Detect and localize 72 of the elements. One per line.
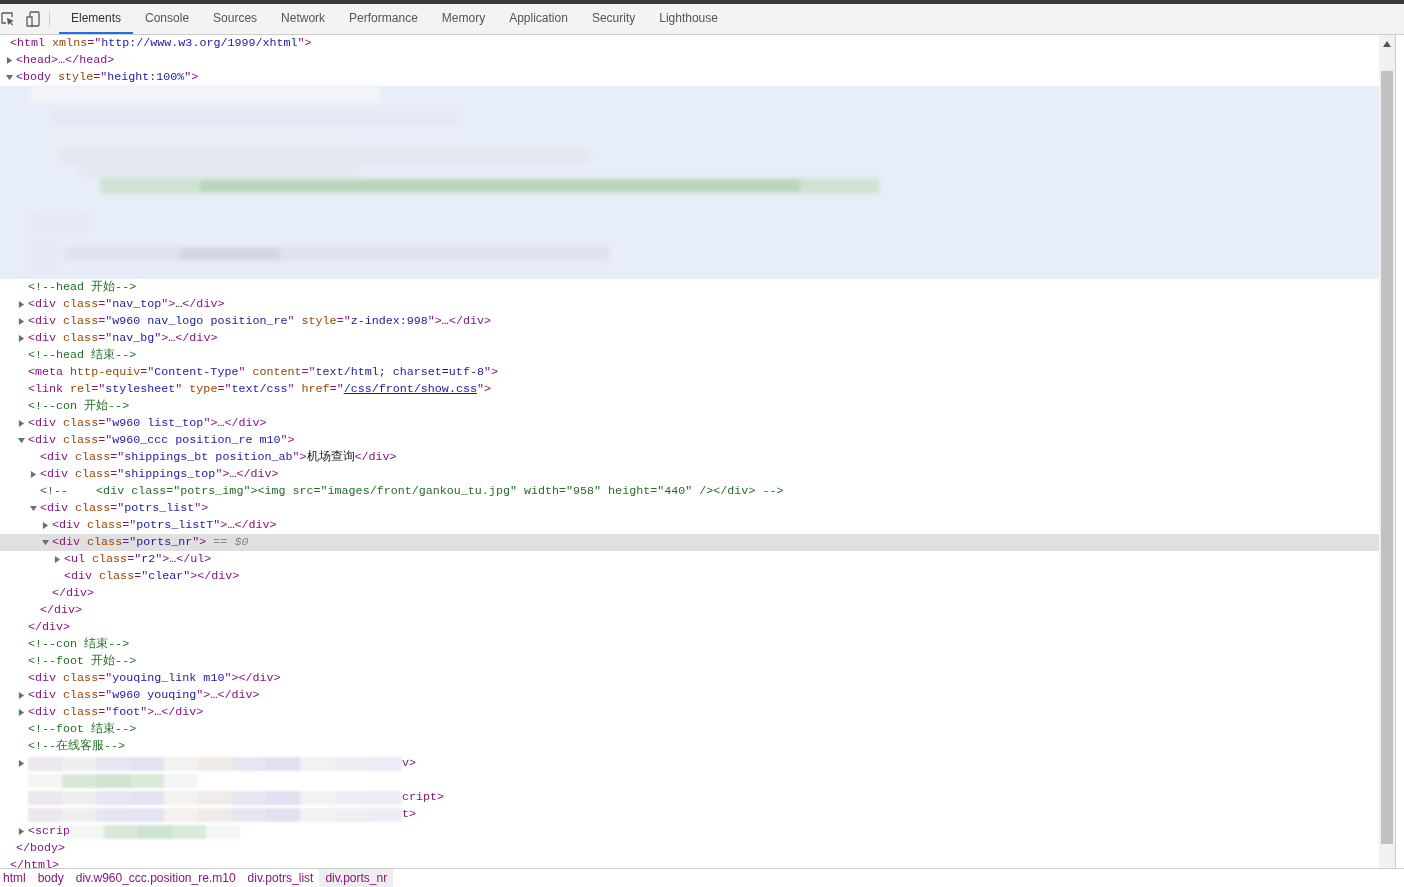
node-markup: <div class="w960 youqing">…</div> bbox=[28, 687, 260, 704]
expanded-triangle-icon[interactable] bbox=[42, 539, 49, 546]
collapsed-triangle-icon[interactable] bbox=[18, 692, 25, 699]
code-fragment: <scrip bbox=[28, 823, 71, 840]
node-markup: <!-- <div class="potrs_img"><img src="images/front/gankou_tu.jpg" width="958" height="440" /></div> --> bbox=[40, 483, 784, 500]
node-markup: <!--foot 结束--> bbox=[28, 721, 137, 738]
breadcrumb-item[interactable]: div.potrs_list bbox=[241, 869, 320, 887]
panel-tab[interactable]: Elements bbox=[59, 4, 134, 34]
node-markup: <!--foot 开始--> bbox=[28, 653, 137, 670]
node-markup: <link rel="stylesheet" type="text/css" href="/css/front/show.css"> bbox=[28, 381, 491, 398]
breadcrumb-item[interactable]: body bbox=[31, 869, 70, 887]
node-markup: <html xmlns="http://www.w3.org/1999/xhtml"> bbox=[10, 35, 312, 52]
expanded-triangle-icon[interactable] bbox=[6, 74, 13, 81]
panel-tab[interactable]: Security bbox=[579, 4, 648, 34]
node-markup: <div class="nav_top">…</div> bbox=[28, 296, 225, 313]
code-fragment: v> bbox=[402, 755, 417, 772]
closing-tag: </body> bbox=[16, 840, 66, 857]
node-markup: <div class="youqing_link m10"></div> bbox=[28, 670, 281, 687]
selected-node-row[interactable]: <div class="ports_nr"> == $0 bbox=[0, 534, 1379, 551]
panel-tab[interactable]: Memory bbox=[429, 4, 498, 34]
scrollbar[interactable] bbox=[1379, 35, 1395, 868]
node-markup: <!--在线客服--> bbox=[28, 738, 126, 755]
node-markup: <ul class="r2">…</ul> bbox=[64, 551, 212, 568]
collapsed-triangle-icon[interactable] bbox=[6, 57, 13, 64]
node-markup: <div class="w960_ccc position_re m10"> bbox=[28, 432, 295, 449]
panel-tab[interactable]: Lighthouse bbox=[647, 4, 730, 34]
node-markup: <meta http-equiv="Content-Type" content="text/html; charset=utf-8"> bbox=[28, 364, 498, 381]
node-markup: <div class="nav_bg">…</div> bbox=[28, 330, 218, 347]
node-markup: <!--head 结束--> bbox=[28, 347, 137, 364]
collapsed-triangle-icon[interactable] bbox=[18, 709, 25, 716]
collapsed-triangle-icon[interactable] bbox=[54, 556, 61, 563]
node-markup: <!--con 结束--> bbox=[28, 636, 130, 653]
node-markup: <div class="potrs_listT">…</div> bbox=[52, 517, 277, 534]
panel-tab[interactable]: Network bbox=[269, 4, 338, 34]
node-markup: <div class="w960 nav_logo position_re" style="z-index:998">…</div> bbox=[28, 313, 491, 330]
closing-tag: </div> bbox=[28, 619, 71, 636]
node-markup: <!--head 开始--> bbox=[28, 279, 137, 296]
collapsed-triangle-icon[interactable] bbox=[18, 760, 25, 767]
node-markup: <div class="shippings_top">…</div> bbox=[40, 466, 279, 483]
inspect-element-icon[interactable] bbox=[1, 12, 15, 26]
node-markup: <div class="foot">…</div> bbox=[28, 704, 204, 721]
node-markup: <div class="w960 list_top">…</div> bbox=[28, 415, 267, 432]
breadcrumb-item[interactable]: div.w960_ccc.position_re.m10 bbox=[69, 869, 242, 887]
expanded-triangle-icon[interactable] bbox=[30, 505, 37, 512]
collapsed-triangle-icon[interactable] bbox=[18, 318, 25, 325]
collapsed-triangle-icon[interactable] bbox=[18, 420, 25, 427]
node-markup: <!--con 开始--> bbox=[28, 398, 130, 415]
panel-tab[interactable]: Performance bbox=[337, 4, 430, 34]
code-fragment: cript> bbox=[402, 789, 445, 806]
closing-tag: </div> bbox=[52, 585, 95, 602]
collapsed-triangle-icon[interactable] bbox=[42, 522, 49, 529]
closing-tag: </html> bbox=[10, 857, 60, 868]
scroll-up-icon[interactable] bbox=[1383, 41, 1391, 47]
panel-tab[interactable]: Sources bbox=[201, 4, 270, 34]
collapsed-triangle-icon[interactable] bbox=[18, 828, 25, 835]
expanded-triangle-icon[interactable] bbox=[18, 437, 25, 444]
panel-tab[interactable]: Console bbox=[133, 4, 202, 34]
node-markup: <body style="height:100%"> bbox=[16, 69, 199, 86]
node-markup: <head>…</head> bbox=[16, 52, 115, 69]
collapsed-triangle-icon[interactable] bbox=[18, 335, 25, 342]
collapsed-triangle-icon[interactable] bbox=[30, 471, 37, 478]
code-fragment: t> bbox=[402, 806, 417, 823]
device-toolbar-icon[interactable] bbox=[26, 11, 40, 27]
closing-tag: </div> bbox=[40, 602, 83, 619]
breadcrumb-item[interactable]: html bbox=[0, 869, 32, 887]
collapsed-triangle-icon[interactable] bbox=[18, 301, 25, 308]
node-markup: <div class="ports_nr"> == $0 bbox=[52, 534, 249, 551]
node-markup: <div class="clear"></div> bbox=[64, 568, 240, 585]
node-markup: <div class="potrs_list"> bbox=[40, 500, 209, 517]
breadcrumb-item[interactable]: div.ports_nr bbox=[319, 869, 394, 887]
panel-tab[interactable]: Application bbox=[497, 4, 580, 34]
node-markup: <div class="shippings_bt position_ab">机场查询</div> bbox=[40, 449, 397, 466]
